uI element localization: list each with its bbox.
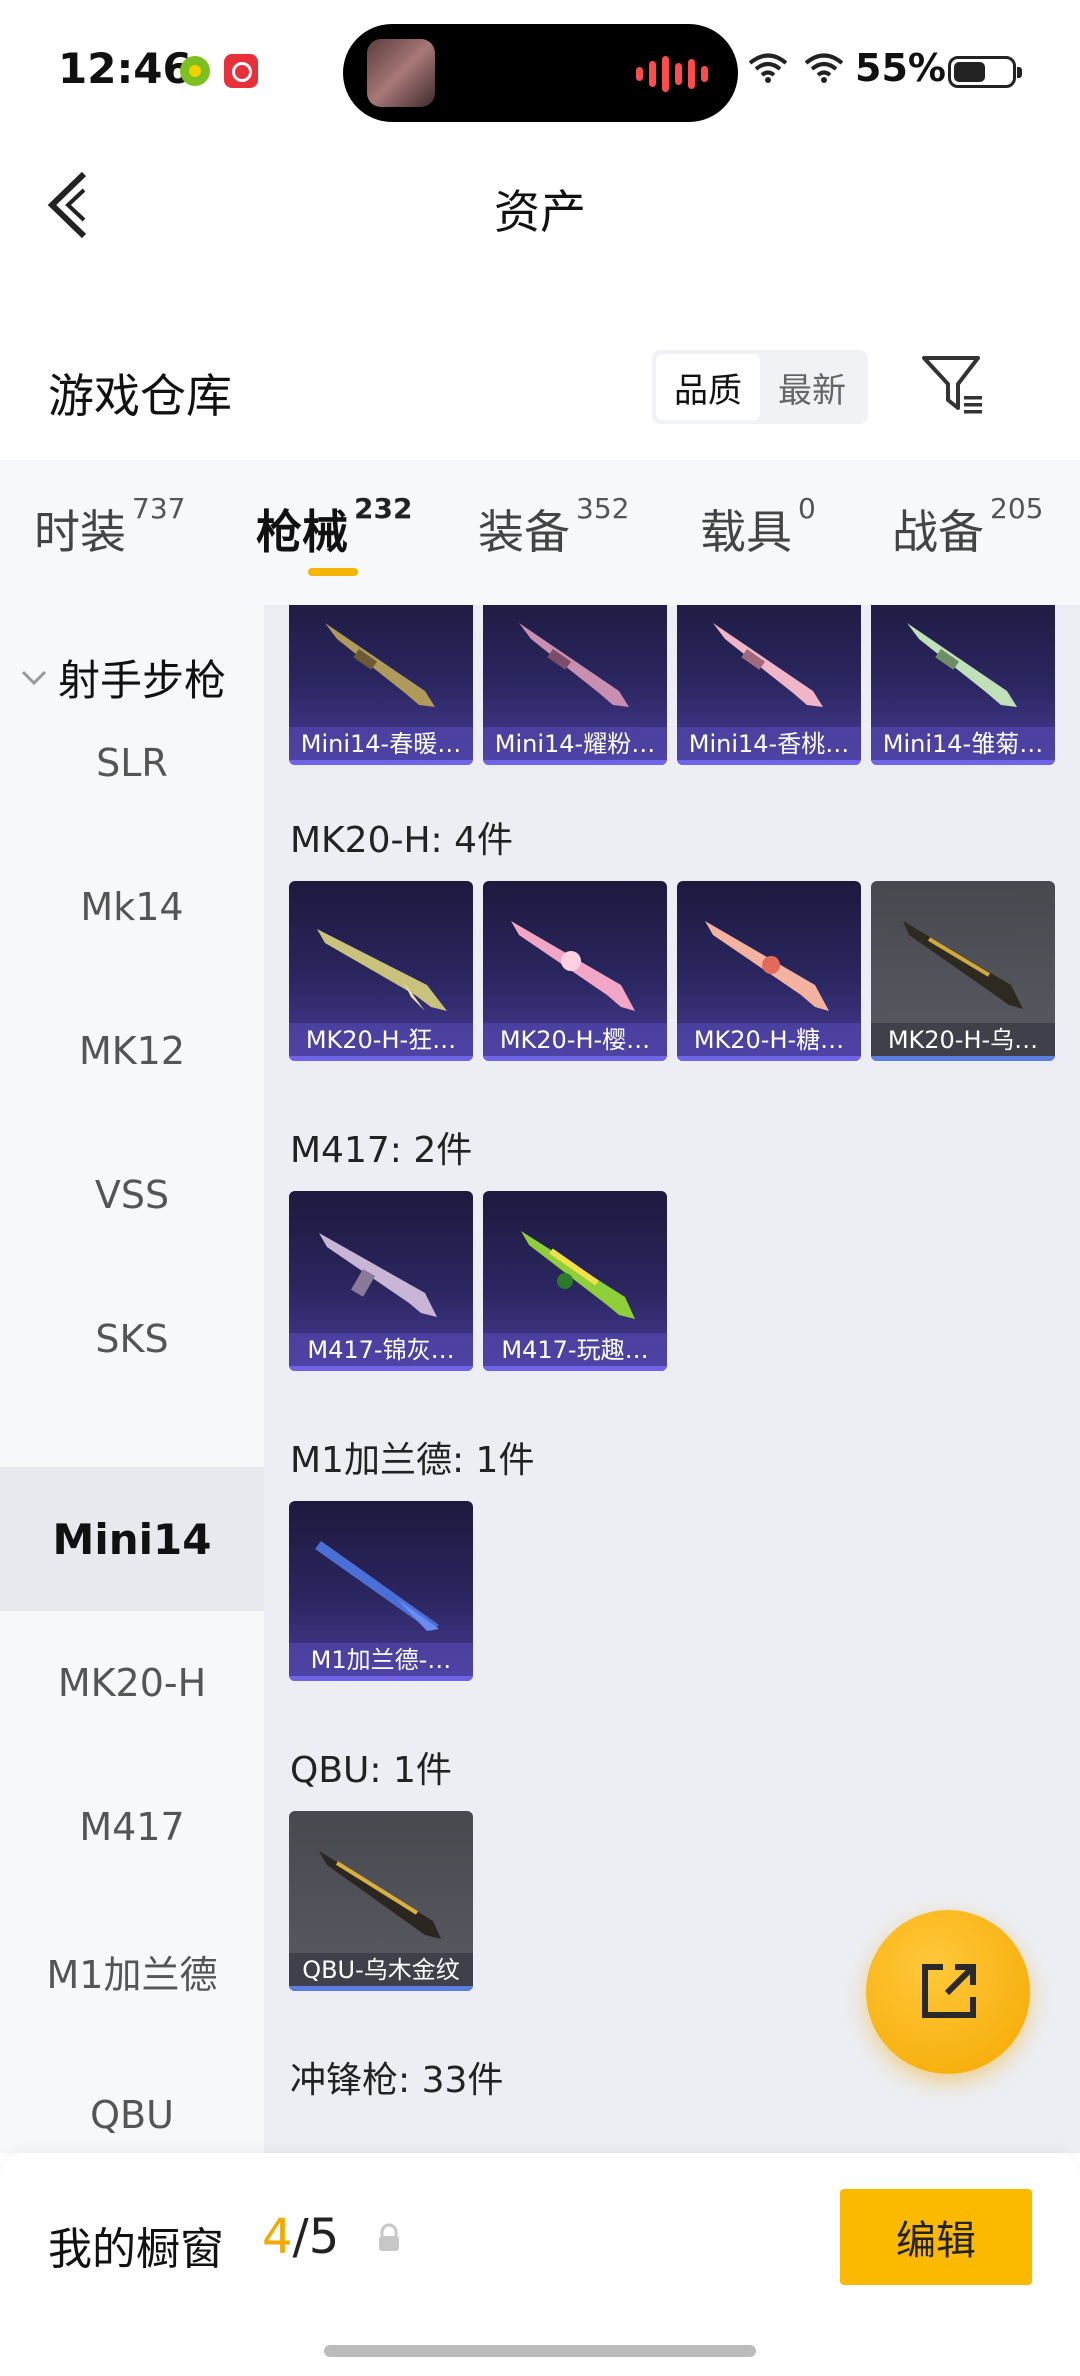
weapon-card-label: Mini14-香桃… <box>677 727 861 765</box>
weapon-card[interactable]: M417-锦灰… <box>289 1191 473 1371</box>
status-bar: 12:46 55% <box>0 0 1080 140</box>
weapon-card[interactable]: MK20-H-樱… <box>483 881 667 1061</box>
weapon-card[interactable]: Mini14-雏菊… <box>871 605 1055 765</box>
rifle-skin-icon <box>705 921 829 1011</box>
showcase-title: 我的橱窗 <box>48 2224 224 2275</box>
weapon-card-label: MK20-H-狂… <box>289 1023 473 1061</box>
weapon-card[interactable]: M1加兰德-… <box>289 1501 473 1681</box>
sidebar-item-mk12[interactable]: MK12 <box>0 979 264 1123</box>
dynamic-island[interactable] <box>343 24 738 122</box>
wifi-secondary-icon <box>804 53 844 83</box>
battery-icon <box>948 56 1022 88</box>
wifi-icon <box>748 53 788 83</box>
sidebar-item-vss[interactable]: VSS <box>0 1123 264 1267</box>
weapon-card-label: M417-玩趣… <box>483 1333 667 1371</box>
rifle-skin-icon <box>325 623 435 707</box>
weapon-card-label: MK20-H-樱… <box>483 1023 667 1061</box>
tab-equipment[interactable]: 装备 352 <box>478 492 629 562</box>
weapon-card-label: MK20-H-乌… <box>871 1023 1055 1061</box>
weapon-card-label: MK20-H-糖… <box>677 1023 861 1061</box>
group-heading-smg: 冲锋枪: 33件 <box>290 2060 504 2101</box>
weapon-card-label: QBU-乌木金纹 <box>289 1953 473 1991</box>
tab-count: 205 <box>990 492 1044 525</box>
sidebar-item-m1-garand[interactable]: M1加兰德 <box>0 1899 264 2043</box>
edit-button[interactable]: 编辑 <box>840 2189 1032 2285</box>
weapon-card[interactable]: MK20-H-乌… <box>871 881 1055 1061</box>
sidebar-item-sks[interactable]: SKS <box>0 1267 264 1411</box>
tab-count: 232 <box>354 492 413 525</box>
rifle-skin-icon <box>713 623 823 707</box>
group-heading-m417: M417: 2件 <box>290 1130 473 1171</box>
showcase-total: /5 <box>292 2209 340 2265</box>
tab-label: 装备 <box>478 505 570 559</box>
weapon-card[interactable]: Mini14-香桃… <box>677 605 861 765</box>
weapon-card[interactable]: Mini14-春暖… <box>289 605 473 765</box>
rifle-skin-icon <box>319 1851 441 1939</box>
status-time: 12:46 <box>58 44 192 93</box>
tab-fashion[interactable]: 时装 737 <box>34 492 185 562</box>
weapon-card[interactable]: Mini14-耀粉… <box>483 605 667 765</box>
rifle-skin-icon <box>521 1231 635 1319</box>
weapon-card[interactable]: M417-玩趣… <box>483 1191 667 1371</box>
chevron-down-icon <box>21 670 47 685</box>
music-app-icon <box>224 54 258 88</box>
tab-label: 载具 <box>700 505 792 559</box>
sort-quality-option[interactable]: 品质 <box>656 354 760 420</box>
sidebar-item-qbu[interactable]: QBU <box>0 2043 264 2153</box>
weapon-sidebar: 射手步枪 SLR Mk14 MK12 VSS SKS Mini14 MK20-H… <box>0 605 264 2153</box>
sidebar-item-mk20-h[interactable]: MK20-H <box>0 1611 264 1755</box>
weapon-card-label: Mini14-雏菊… <box>871 727 1055 765</box>
showcase-used: 4 <box>262 2209 293 2265</box>
group-heading-qbu: QBU: 1件 <box>290 1750 452 1791</box>
rifle-skin-icon <box>907 623 1017 707</box>
rifle-skin-icon <box>317 929 447 1011</box>
page-title: 资产 <box>494 185 586 239</box>
tab-supplies[interactable]: 战备 205 <box>892 492 1043 562</box>
rifle-skin-icon <box>519 623 629 707</box>
active-tab-indicator <box>308 568 358 576</box>
tab-label: 时装 <box>34 505 126 559</box>
app-notification-icon <box>180 56 210 86</box>
weapon-card[interactable]: QBU-乌木金纹 <box>289 1811 473 1991</box>
home-indicator <box>324 2345 756 2357</box>
tab-count: 737 <box>132 492 186 525</box>
tab-label: 枪械 <box>256 505 348 559</box>
sidebar-item-slr[interactable]: SLR <box>0 691 264 835</box>
lock-icon <box>379 2223 399 2251</box>
weapon-card[interactable]: MK20-H-糖… <box>677 881 861 1061</box>
share-button[interactable] <box>866 1910 1030 2074</box>
category-tabs: 时装 737 枪械 232 装备 352 载具 0 战备 205 <box>0 460 1080 605</box>
rifle-skin-icon <box>315 1541 439 1631</box>
tab-firearms[interactable]: 枪械 232 <box>256 492 412 562</box>
weapon-card-label: Mini14-耀粉… <box>483 727 667 765</box>
sidebar-item-mk14[interactable]: Mk14 <box>0 835 264 979</box>
group-heading-mk20-h: MK20-H: 4件 <box>290 820 514 861</box>
weapon-card[interactable]: MK20-H-狂… <box>289 881 473 1061</box>
audio-wave-icon <box>636 56 708 92</box>
warehouse-title: 游戏仓库 <box>48 369 232 423</box>
weapon-card-label: M417-锦灰… <box>289 1333 473 1371</box>
tab-vehicles[interactable]: 载具 0 <box>700 492 816 562</box>
rifle-skin-icon <box>511 921 635 1011</box>
filter-icon[interactable] <box>918 350 988 420</box>
sort-latest-option[interactable]: 最新 <box>760 354 864 420</box>
sort-toggle: 品质 最新 <box>652 350 868 424</box>
tab-count: 0 <box>798 492 816 525</box>
now-playing-cover <box>367 39 435 107</box>
group-heading-m1-garand: M1加兰德: 1件 <box>290 1440 535 1481</box>
tab-count: 352 <box>576 492 630 525</box>
battery-percent: 55% <box>855 46 946 90</box>
weapon-card-label: M1加兰德-… <box>289 1643 473 1681</box>
tab-label: 战备 <box>892 505 984 559</box>
showcase-count: 4/5 <box>262 2209 339 2265</box>
sidebar-item-mini14[interactable]: Mini14 <box>0 1467 264 1611</box>
weapon-card-label: Mini14-春暖… <box>289 727 473 765</box>
rifle-skin-icon <box>903 921 1023 1009</box>
share-export-icon <box>922 1964 976 2018</box>
sidebar-item-m417[interactable]: M417 <box>0 1755 264 1899</box>
rifle-skin-icon <box>319 1233 437 1317</box>
showcase-bar: 我的橱窗 4/5 编辑 <box>0 2153 1080 2376</box>
battery-fill <box>954 62 985 82</box>
